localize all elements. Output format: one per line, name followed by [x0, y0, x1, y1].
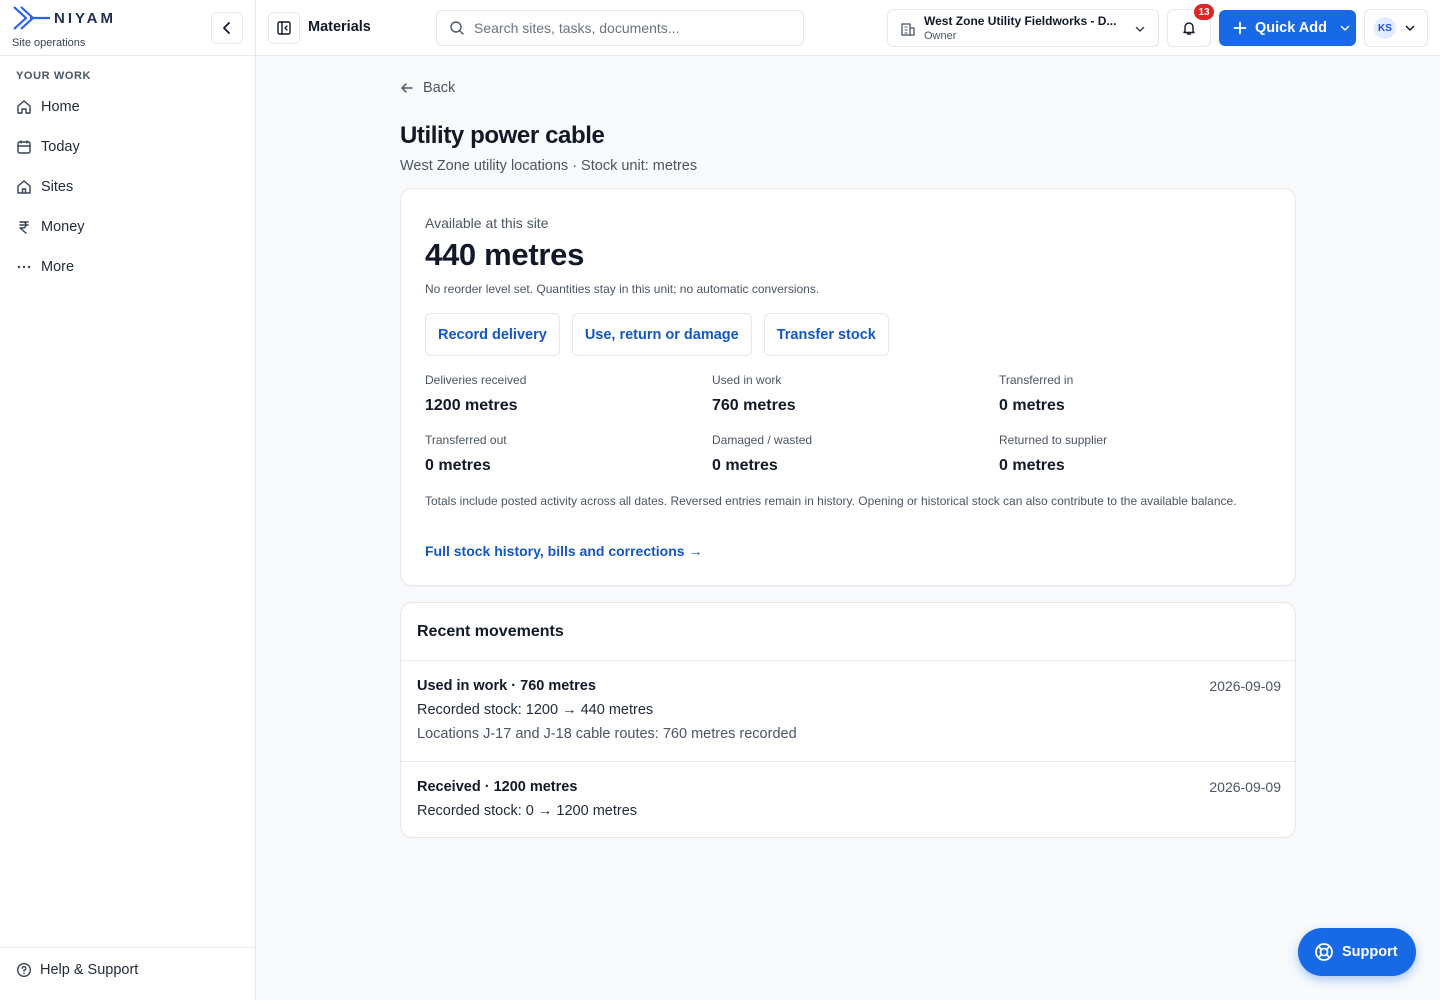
movement-date: 2026-09-09	[1209, 678, 1281, 694]
organization-switcher[interactable]: West Zone Utility Fieldworks - D... Owne…	[887, 9, 1159, 47]
quick-add-button[interactable]: Quick Add	[1219, 10, 1356, 46]
chevron-down-icon	[1405, 25, 1415, 31]
record-delivery-button[interactable]: Record delivery	[425, 313, 560, 356]
organization-role: Owner	[924, 30, 957, 42]
use-return-damage-button[interactable]: Use, return or damage	[571, 313, 752, 356]
search-icon	[450, 21, 464, 35]
chevron-left-icon	[223, 22, 230, 34]
help-circle-icon	[16, 962, 32, 978]
niyam-logo-icon	[13, 6, 50, 30]
support-button[interactable]: Support	[1298, 928, 1416, 976]
more-dots-icon	[17, 265, 31, 269]
search-input[interactable]	[474, 20, 774, 36]
support-label: Support	[1342, 944, 1398, 960]
transfer-stock-button[interactable]: Transfer stock	[763, 313, 889, 356]
sidebar-item-money[interactable]: Money	[8, 207, 248, 247]
reorder-note: No reorder level set. Quantities stay in…	[425, 282, 820, 296]
sidebar-item-today[interactable]: Today	[8, 127, 248, 167]
organization-name: West Zone Utility Fieldworks - D...	[924, 14, 1117, 28]
stock-stats-grid: Deliveries received 1200 metres Used in …	[425, 373, 1287, 481]
stat-value: 0 metres	[999, 457, 1065, 474]
stock-summary-card: Available at this site 440 metres No reo…	[400, 188, 1296, 586]
help-and-support-label: Help & Support	[40, 962, 139, 978]
stat-label: Transferred out	[425, 433, 507, 447]
avatar: KS	[1374, 17, 1396, 39]
stat-label: Returned to supplier	[999, 433, 1108, 447]
rupee-icon	[19, 221, 29, 234]
plus-icon	[1233, 21, 1247, 35]
sidebar-item-sites[interactable]: Sites	[8, 167, 248, 207]
stat-label: Damaged / wasted	[712, 433, 813, 447]
sidebar: NIYAM Site operations YOUR WORK Home Tod…	[0, 0, 256, 1000]
sidebar-item-label: Money	[41, 219, 85, 235]
panel-left-icon	[277, 21, 291, 35]
movement-stock-change: Recorded stock: 0 → 1200 metres	[417, 803, 638, 819]
sidebar-item-home[interactable]: Home	[8, 87, 248, 127]
office-building-icon	[901, 23, 915, 36]
sidebar-item-label: More	[41, 259, 75, 275]
notifications-button[interactable]: 13	[1167, 4, 1214, 47]
stat-value: 0 metres	[712, 457, 778, 474]
global-search[interactable]	[436, 10, 804, 46]
stat-value: 0 metres	[425, 457, 491, 474]
sidebar-item-label: Home	[41, 99, 80, 115]
user-menu-button[interactable]: KS	[1364, 9, 1428, 47]
stat-returned-to-supplier: Returned to supplier 0 metres	[999, 433, 1286, 481]
stat-used-in-work: Used in work 760 metres	[712, 373, 999, 421]
stat-label: Transferred in	[999, 373, 1074, 387]
recent-movements-title: Recent movements	[417, 623, 564, 640]
movement-row[interactable]: Used in work · 760 metres 2026-09-09 Rec…	[401, 660, 1295, 761]
stock-actions: Record delivery Use, return or damage Tr…	[425, 313, 889, 356]
arrow-left-icon	[401, 83, 413, 93]
sidebar-divider	[0, 55, 256, 56]
movement-heading: Used in work · 760 metres	[417, 678, 596, 694]
brand-name: NIYAM	[54, 10, 116, 27]
stat-label: Deliveries received	[425, 373, 527, 387]
page-title-breadcrumb: Materials	[308, 19, 371, 35]
recent-movements-card: Recent movements Used in work · 760 metr…	[400, 602, 1296, 838]
section-label-your-work: YOUR WORK	[16, 70, 92, 82]
back-label: Back	[423, 80, 456, 96]
available-quantity: 440 metres	[425, 237, 585, 272]
stat-transferred-out: Transferred out 0 metres	[425, 433, 712, 481]
topbar: Materials West Zone Utility Fieldworks -…	[256, 0, 1440, 56]
chevron-down-icon	[1135, 26, 1145, 32]
building-icon	[17, 180, 31, 194]
back-link[interactable]: Back	[400, 80, 455, 96]
page-title: Utility power cable	[400, 122, 605, 149]
movement-row[interactable]: Received · 1200 metres 2026-09-09 Record…	[401, 761, 1295, 837]
totals-note: Totals include posted activity across al…	[425, 494, 1237, 508]
movement-heading: Received · 1200 metres	[417, 779, 578, 795]
movement-stock-change: Recorded stock: 1200 → 440 metres	[417, 702, 654, 718]
calendar-icon	[17, 140, 31, 154]
full-stock-history-link[interactable]: Full stock history, bills and correction…	[425, 543, 702, 559]
movement-date: 2026-09-09	[1209, 779, 1281, 795]
page-subtitle: West Zone utility locations · Stock unit…	[400, 158, 698, 174]
chevron-down-icon	[1340, 25, 1350, 31]
sidebar-item-more[interactable]: More	[8, 247, 248, 287]
notification-count-badge: 13	[1194, 4, 1214, 20]
toggle-panel-button[interactable]	[268, 12, 300, 44]
stat-label: Used in work	[712, 373, 782, 387]
lifebuoy-icon	[1315, 943, 1333, 961]
sidebar-item-label: Today	[41, 139, 80, 155]
stat-value: 1200 metres	[425, 397, 518, 414]
sidebar-item-label: Sites	[41, 179, 74, 195]
bell-icon	[1183, 22, 1195, 35]
quick-add-label: Quick Add	[1255, 20, 1327, 36]
stat-damaged-wasted: Damaged / wasted 0 metres	[712, 433, 999, 481]
stat-value: 0 metres	[999, 397, 1065, 414]
stat-value: 760 metres	[712, 397, 796, 414]
stat-transferred-in: Transferred in 0 metres	[999, 373, 1286, 421]
available-label: Available at this site	[425, 215, 549, 231]
sidebar-nav: Home Today Sites Money More	[8, 87, 248, 287]
home-icon	[17, 100, 31, 114]
brand-subtitle: Site operations	[12, 37, 86, 49]
stat-deliveries-received: Deliveries received 1200 metres	[425, 373, 712, 421]
help-and-support-link[interactable]: Help & Support	[16, 962, 138, 978]
movement-note: Locations J-17 and J-18 cable routes: 76…	[417, 726, 797, 742]
collapse-sidebar-button[interactable]	[211, 12, 243, 44]
sidebar-bottom-divider	[0, 947, 256, 948]
